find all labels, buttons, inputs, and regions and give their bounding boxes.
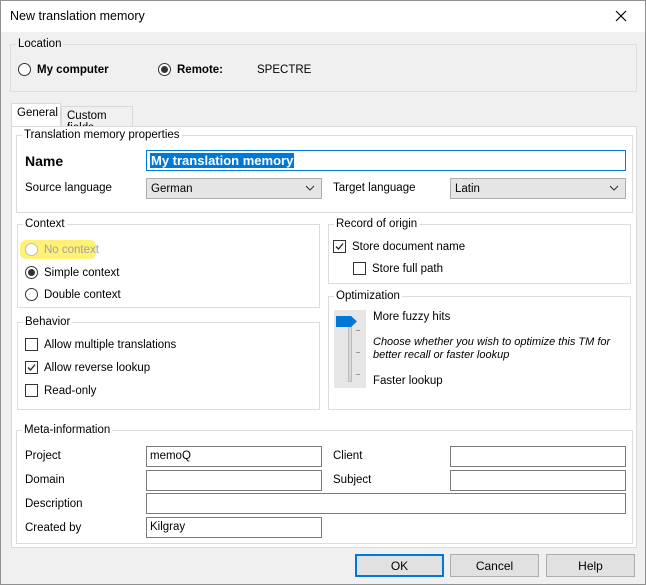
- allow-multiple-translations-checkbox[interactable]: Allow multiple translations: [25, 338, 176, 351]
- project-input[interactable]: memoQ: [146, 446, 322, 467]
- tab-general-label: General: [17, 107, 58, 119]
- remote-label: Remote:: [177, 63, 224, 76]
- my-computer-radio[interactable]: My computer: [18, 63, 109, 76]
- read-only-check[interactable]: [25, 384, 38, 397]
- store-document-name-check[interactable]: [333, 240, 346, 253]
- client-input[interactable]: [450, 446, 626, 467]
- faster-lookup-label: Faster lookup: [373, 375, 443, 387]
- name-input[interactable]: My translation memory: [146, 150, 626, 171]
- store-document-name-checkbox[interactable]: Store document name: [333, 240, 465, 253]
- project-value: memoQ: [150, 450, 191, 462]
- project-label: Project: [25, 450, 61, 462]
- store-full-path-checkbox[interactable]: Store full path: [353, 262, 443, 275]
- tm-properties-group: Translation memory properties: [16, 129, 633, 213]
- target-language-label: Target language: [333, 182, 416, 194]
- close-icon: [615, 10, 627, 22]
- store-full-path-label: Store full path: [372, 262, 443, 275]
- source-language-select[interactable]: German: [146, 178, 322, 199]
- allow-reverse-lookup-checkbox[interactable]: Allow reverse lookup: [25, 361, 150, 374]
- double-context-radio-circle[interactable]: [25, 288, 38, 301]
- simple-context-radio[interactable]: Simple context: [25, 266, 119, 279]
- tab-custom-fields[interactable]: Custom fields: [61, 106, 133, 134]
- target-language-select[interactable]: Latin: [450, 178, 626, 199]
- subject-label: Subject: [333, 474, 372, 486]
- cancel-button[interactable]: Cancel: [450, 554, 539, 577]
- description-label: Description: [25, 498, 83, 510]
- remote-radio-circle[interactable]: [158, 63, 171, 76]
- meta-information-legend: Meta-information: [24, 424, 111, 436]
- allow-multiple-translations-check[interactable]: [25, 338, 38, 351]
- no-context-radio[interactable]: No context: [25, 243, 99, 256]
- double-context-radio[interactable]: Double context: [25, 288, 121, 301]
- domain-input[interactable]: [146, 470, 322, 491]
- slider-tick: [356, 352, 360, 353]
- allow-multiple-translations-label: Allow multiple translations: [44, 338, 177, 351]
- checkmark-icon: [335, 243, 344, 250]
- remote-radio[interactable]: Remote:: [158, 63, 223, 76]
- simple-context-radio-circle[interactable]: [25, 266, 38, 279]
- close-button[interactable]: [599, 1, 643, 31]
- no-context-radio-circle[interactable]: [25, 243, 38, 256]
- title-bar: New translation memory: [1, 1, 645, 32]
- created-by-label: Created by: [25, 522, 82, 534]
- no-context-label: No context: [44, 243, 99, 256]
- allow-reverse-lookup-label: Allow reverse lookup: [44, 361, 151, 374]
- chevron-down-icon: [305, 185, 315, 191]
- behavior-legend: Behavior: [25, 316, 71, 328]
- created-by-input[interactable]: Kilgray: [146, 517, 322, 538]
- domain-label: Domain: [25, 474, 65, 486]
- simple-context-label: Simple context: [44, 266, 120, 279]
- source-language-value: German: [151, 183, 193, 195]
- tm-properties-legend: Translation memory properties: [24, 129, 180, 141]
- allow-reverse-lookup-check[interactable]: [25, 361, 38, 374]
- source-language-label: Source language: [25, 182, 112, 194]
- cancel-button-label: Cancel: [475, 558, 514, 573]
- optimization-description: Choose whether you wish to optimize this…: [373, 336, 611, 361]
- subject-input[interactable]: [450, 470, 626, 491]
- created-by-value: Kilgray: [150, 521, 186, 533]
- store-document-name-label: Store document name: [352, 240, 466, 253]
- dialog-window: New translation memory Location My compu…: [0, 0, 646, 585]
- my-computer-label: My computer: [37, 63, 109, 76]
- description-input[interactable]: [146, 493, 626, 514]
- chevron-down-icon: [609, 185, 619, 191]
- double-context-label: Double context: [44, 288, 121, 301]
- name-input-value: My translation memory: [150, 153, 295, 168]
- remote-server-name: SPECTRE: [257, 64, 312, 76]
- checkmark-icon: [27, 364, 36, 371]
- slider-thumb[interactable]: [336, 316, 358, 327]
- slider-tick: [356, 374, 360, 375]
- window-title: New translation memory: [10, 9, 145, 23]
- read-only-label: Read-only: [44, 384, 97, 397]
- my-computer-radio-circle[interactable]: [18, 63, 31, 76]
- ok-button[interactable]: OK: [355, 554, 444, 577]
- optimization-slider[interactable]: [334, 310, 366, 388]
- more-fuzzy-hits-label: More fuzzy hits: [373, 311, 451, 323]
- slider-tick: [356, 330, 360, 331]
- target-language-value: Latin: [455, 183, 480, 195]
- context-legend: Context: [25, 218, 65, 230]
- record-of-origin-legend: Record of origin: [336, 218, 418, 230]
- tab-general[interactable]: General: [11, 103, 61, 127]
- location-legend: Location: [18, 38, 62, 50]
- optimization-legend: Optimization: [336, 290, 400, 302]
- help-button[interactable]: Help: [546, 554, 635, 577]
- ok-button-label: OK: [390, 558, 409, 573]
- store-full-path-check[interactable]: [353, 262, 366, 275]
- client-label: Client: [333, 450, 363, 462]
- help-button-label: Help: [578, 558, 603, 573]
- read-only-checkbox[interactable]: Read-only: [25, 384, 96, 397]
- name-label: Name: [25, 153, 64, 169]
